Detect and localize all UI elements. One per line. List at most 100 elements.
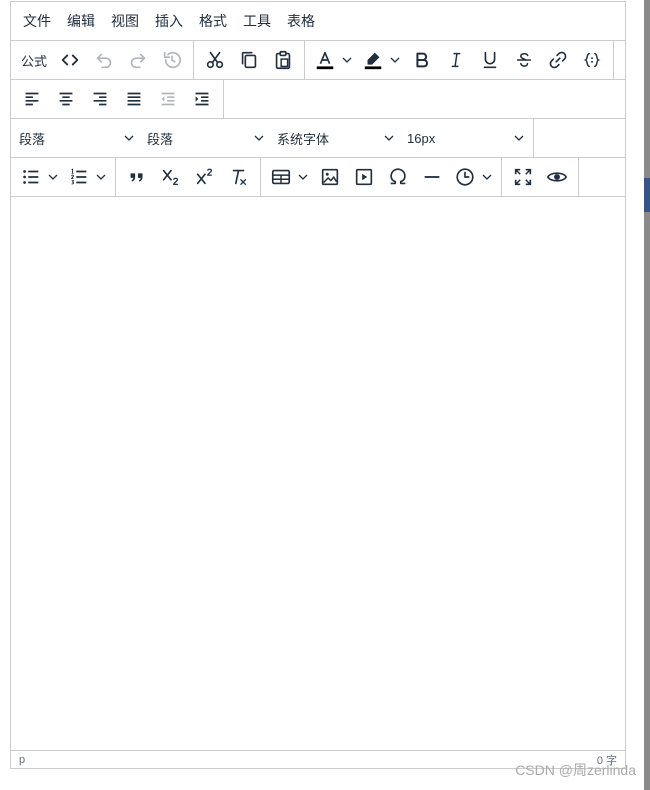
align-center-icon (59, 92, 73, 106)
underline-button[interactable] (475, 45, 505, 75)
blockquote-button[interactable] (122, 162, 152, 192)
align-right-button[interactable] (85, 84, 115, 114)
block-format-select[interactable]: 段落 (13, 123, 141, 153)
toolbar-group-lists (11, 158, 116, 196)
redo-button[interactable] (123, 45, 153, 75)
highlight-color-dropdown-button[interactable] (387, 45, 403, 75)
horizontal-line-icon (424, 176, 440, 178)
table-dropdown-button[interactable] (295, 162, 311, 192)
subscript-button[interactable] (156, 162, 186, 192)
image-button[interactable] (315, 162, 345, 192)
align-left-button[interactable] (17, 84, 47, 114)
menu-view[interactable]: 视图 (103, 7, 147, 35)
remove-format-button[interactable] (224, 162, 254, 192)
text-color-button[interactable] (311, 45, 339, 75)
numbered-list-button[interactable] (65, 162, 93, 192)
scissors-icon (206, 51, 224, 69)
chevron-down-icon (342, 57, 352, 63)
numbered-list-split-button (65, 162, 109, 192)
underline-icon (483, 51, 497, 69)
omega-icon (390, 168, 406, 185)
align-justify-button[interactable] (119, 84, 149, 114)
toolbar-group-history: 公式 (11, 41, 195, 79)
toolbar-row-1: 公式 (11, 41, 625, 80)
rich-text-editor: 文件 编辑 视图 插入 格式 工具 表格 公式 段落 段落 系统字体 16px … (10, 1, 626, 769)
watermark: CSDN @周zerlinda (515, 762, 636, 778)
copy-button[interactable] (234, 45, 264, 75)
highlight-color-split-button (359, 45, 403, 75)
toolbar-group-selects: 段落 段落 系统字体 16px (11, 119, 534, 157)
bullet-list-dropdown-button[interactable] (45, 162, 61, 192)
code-sample-button[interactable] (577, 45, 607, 75)
numbered-list-icon (70, 168, 87, 185)
indent-button[interactable] (187, 84, 217, 114)
paragraph-style-select[interactable]: 段落 (141, 123, 271, 153)
link-icon (549, 51, 567, 69)
insert-datetime-button[interactable] (451, 162, 479, 192)
cut-button[interactable] (200, 45, 230, 75)
menu-tools[interactable]: 工具 (235, 7, 279, 35)
link-button[interactable] (543, 45, 573, 75)
editor-content-area[interactable] (11, 197, 625, 750)
chevron-down-icon (482, 174, 492, 180)
clipboard-icon (275, 50, 291, 70)
toolbar-group-insert (261, 158, 502, 196)
chevron-down-icon (254, 135, 264, 141)
table-button[interactable] (267, 162, 295, 192)
bullet-list-split-button (17, 162, 61, 192)
highlight-color-button[interactable] (359, 45, 387, 75)
window-edge-strip (644, 0, 650, 790)
superscript-button[interactable] (190, 162, 220, 192)
toolbar-row-2 (11, 80, 625, 119)
subscript-icon (162, 169, 179, 185)
menu-table[interactable]: 表格 (279, 7, 323, 35)
preview-button[interactable] (542, 162, 572, 192)
fullscreen-button[interactable] (508, 162, 538, 192)
font-family-select[interactable]: 系统字体 (271, 123, 401, 153)
strikethrough-button[interactable] (509, 45, 539, 75)
insert-datetime-dropdown-button[interactable] (479, 162, 495, 192)
undo-button[interactable] (89, 45, 119, 75)
side-tab[interactable] (644, 178, 650, 212)
history-icon (163, 51, 182, 69)
special-character-button[interactable] (383, 162, 413, 192)
numbered-list-dropdown-button[interactable] (93, 162, 109, 192)
text-color-dropdown-button[interactable] (339, 45, 355, 75)
menu-insert[interactable]: 插入 (147, 7, 191, 35)
chevron-down-icon (390, 57, 400, 63)
formula-button[interactable]: 公式 (17, 45, 51, 75)
image-icon (321, 168, 339, 186)
horizontal-rule-button[interactable] (417, 162, 447, 192)
chevron-down-icon (48, 174, 58, 180)
bold-button[interactable] (407, 45, 437, 75)
element-path[interactable]: p (19, 754, 25, 766)
font-size-select[interactable]: 16px (401, 123, 531, 153)
text-color-icon (316, 51, 334, 70)
source-code-button[interactable] (55, 45, 85, 75)
align-center-button[interactable] (51, 84, 81, 114)
paragraph-style-value: 段落 (147, 131, 174, 147)
italic-icon (451, 52, 461, 68)
paste-button[interactable] (268, 45, 298, 75)
outdent-icon (161, 92, 175, 106)
code-sample-icon (583, 52, 601, 68)
toolbar-row-4 (11, 158, 625, 197)
media-button[interactable] (349, 162, 379, 192)
video-icon (355, 168, 373, 186)
italic-button[interactable] (441, 45, 471, 75)
bold-icon (416, 52, 428, 68)
table-icon (271, 169, 291, 185)
remove-format-icon (232, 169, 247, 185)
menu-file[interactable]: 文件 (15, 7, 59, 35)
toolbar-group-inline (116, 158, 261, 196)
menu-format[interactable]: 格式 (191, 7, 235, 35)
menu-edit[interactable]: 编辑 (59, 7, 103, 35)
bullet-list-button[interactable] (17, 162, 45, 192)
restore-draft-button[interactable] (157, 45, 187, 75)
outdent-button[interactable] (153, 84, 183, 114)
table-split-button (267, 162, 311, 192)
redo-icon (130, 53, 146, 69)
indent-icon (195, 92, 209, 106)
bullet-list-icon (23, 170, 39, 184)
chevron-down-icon (514, 135, 524, 141)
